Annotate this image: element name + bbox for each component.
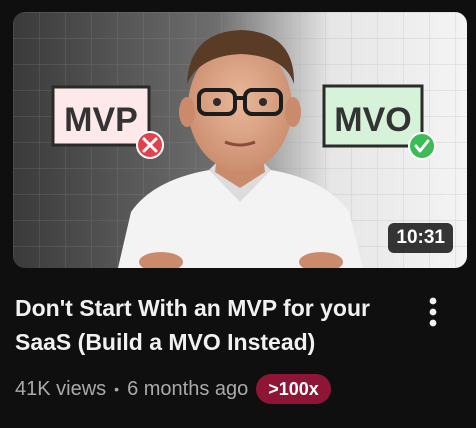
video-title[interactable]: Don't Start With an MVP for your SaaS (B… bbox=[15, 291, 411, 359]
meta-separator: • bbox=[114, 381, 120, 397]
mvo-label-text: MVO bbox=[334, 101, 411, 139]
mvp-label-box: MVP bbox=[51, 85, 151, 147]
x-circle-icon bbox=[136, 131, 164, 159]
view-count: 41K views bbox=[15, 377, 107, 400]
video-metadata: 41K views • 6 months ago >100x bbox=[15, 374, 331, 404]
more-options-button[interactable] bbox=[418, 292, 448, 332]
mvp-label-text: MVP bbox=[64, 101, 138, 139]
more-vertical-icon bbox=[429, 297, 437, 327]
mvo-label-box: MVO bbox=[322, 84, 424, 148]
outlier-badge[interactable]: >100x bbox=[256, 374, 331, 404]
duration-badge: 10:31 bbox=[388, 223, 453, 253]
upload-age: 6 months ago bbox=[127, 377, 249, 400]
video-thumbnail[interactable]: MVP MVO 10:31 bbox=[13, 12, 467, 268]
video-card[interactable]: MVP MVO 10:31 Don't Start With an MVP fo… bbox=[0, 0, 476, 428]
check-circle-icon bbox=[408, 132, 436, 160]
